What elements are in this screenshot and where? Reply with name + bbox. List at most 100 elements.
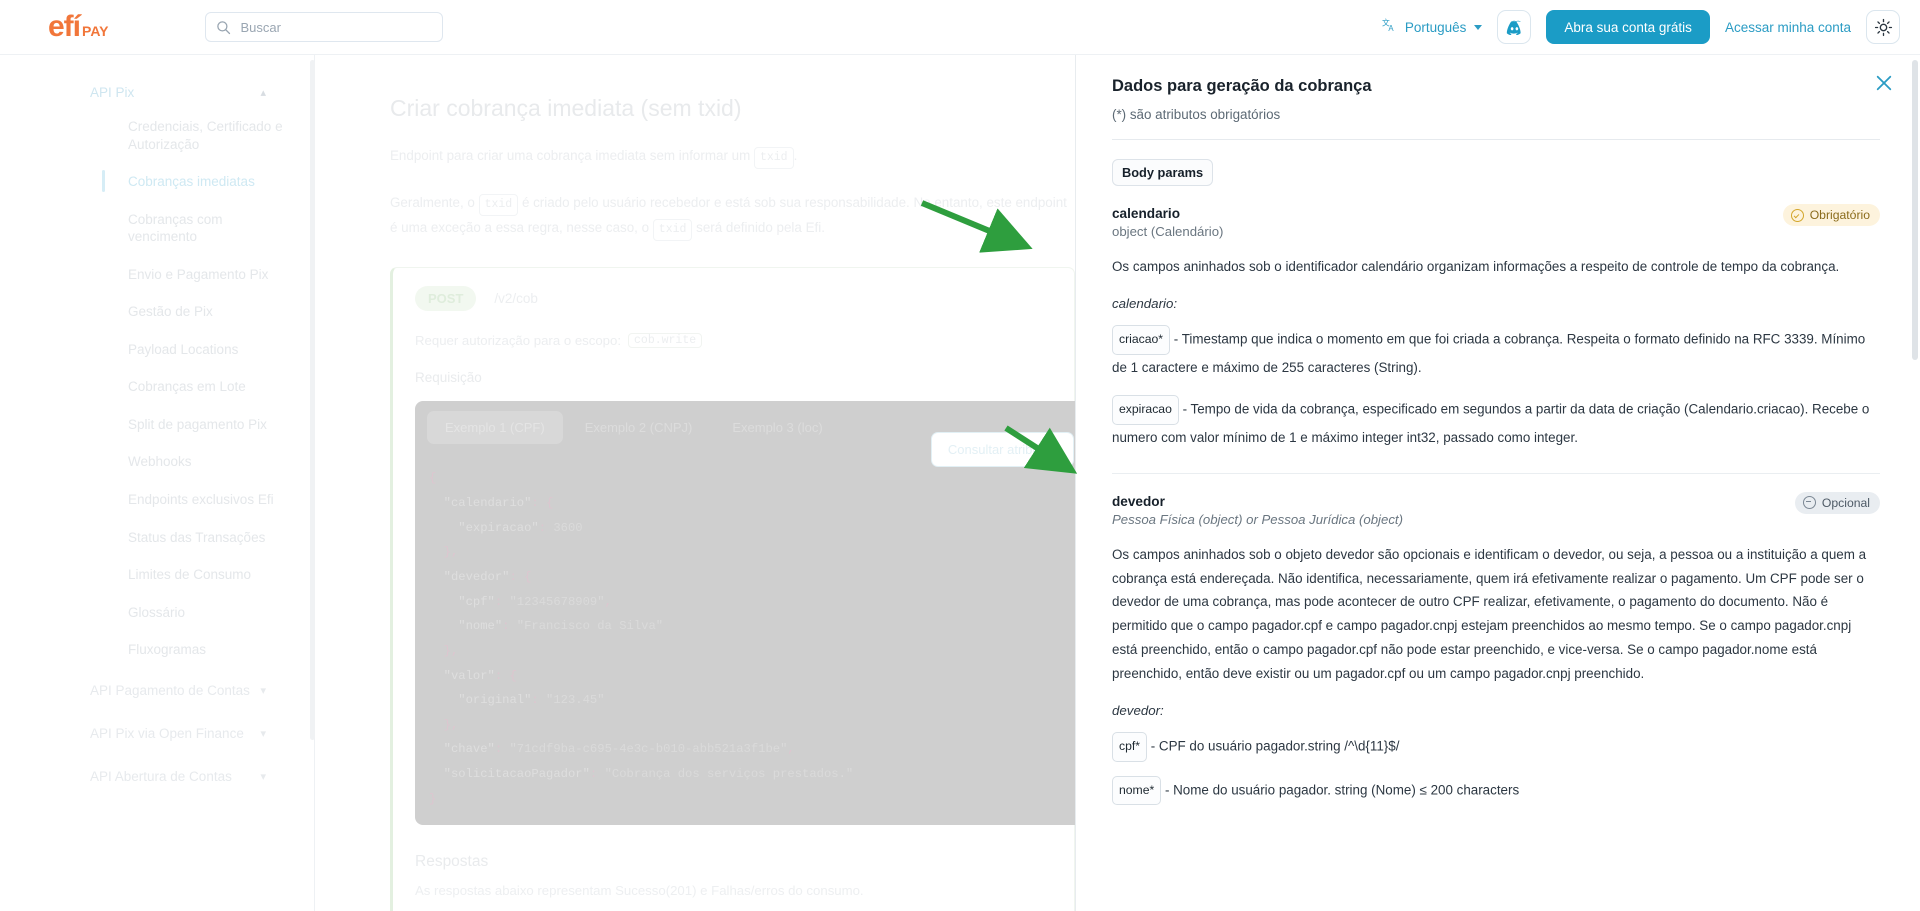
param-block-devedor: Opcional devedor Pessoa Física (object) or… <box>1112 491 1880 806</box>
app-root: efí PAY 文A Português Abra sua conta grát… <box>0 0 1920 911</box>
code-tab-0[interactable]: Exemplo 1 (CPF) <box>427 411 563 445</box>
header-actions: 文A Português Abra sua conta grátis Acess… <box>1382 10 1900 44</box>
sidebar-item-3[interactable]: Envio e Pagamento Pix <box>0 256 314 294</box>
sidebar-group-collapsed-0[interactable]: API Pagamento de Contas ▾ <box>0 669 314 712</box>
consult-attributes-button[interactable]: Consultar atributos <box>930 432 1074 468</box>
field-text: - CPF do usuário pagador.string /^\d{11}… <box>1147 738 1400 754</box>
intro-text-1b: . <box>793 148 798 163</box>
chevron-down-icon: ▾ <box>260 770 266 783</box>
sidebar-item-7[interactable]: Split de pagamento Pix <box>0 406 314 444</box>
side-panel-divider <box>1112 139 1880 140</box>
sidebar-item-6[interactable]: Cobranças em Lote <box>0 368 314 406</box>
endpoint-card: POST /v2/cob Requer autorização para o e… <box>390 267 1075 911</box>
sidebar-item-13[interactable]: Fluxogramas <box>0 631 314 669</box>
param-group-label: devedor: <box>1112 702 1164 718</box>
http-method-badge: POST <box>415 286 477 312</box>
translate-icon: 文A <box>1382 17 1399 37</box>
page-scrollbar[interactable] <box>1912 60 1918 360</box>
txid-code-2: txid <box>478 194 519 217</box>
chevron-down-icon: ▾ <box>260 727 266 740</box>
sidebar-group-label: API Pix via Open Finance <box>90 725 244 741</box>
sidebar-item-9[interactable]: Endpoints exclusivos Efi <box>0 481 314 519</box>
param-name: calendario <box>1112 206 1180 221</box>
language-selector[interactable]: 文A Português <box>1382 17 1483 37</box>
param-group-label: calendario: <box>1112 295 1178 311</box>
intro-paragraph-2: Geralmente, o txid é criado pelo usuário… <box>390 191 1075 242</box>
open-account-button[interactable]: Abra sua conta grátis <box>1546 10 1710 44</box>
code-tab-1[interactable]: Exemplo 2 (CNPJ) <box>567 411 711 444</box>
param-field-1: nome* - Nome do usuário pagador. string … <box>1112 775 1880 806</box>
close-icon[interactable] <box>1872 71 1896 95</box>
efi-pay-logo[interactable]: efí PAY <box>48 10 108 44</box>
field-code: nome* <box>1112 775 1162 806</box>
badge-label: Obrigatório <box>1809 208 1870 222</box>
access-account-link[interactable]: Acessar minha conta <box>1725 20 1851 35</box>
chevron-down-icon <box>1474 24 1483 30</box>
scope-label: Requer autorização para o escopo: <box>415 333 622 349</box>
attributes-side-panel: Dados para geração da cobrança (*) são a… <box>1075 55 1920 911</box>
code-tab-2[interactable]: Exemplo 3 (loc) <box>714 411 840 444</box>
sidebar-group-label: API Abertura de Contas <box>90 768 232 784</box>
sidebar-item-2[interactable]: Cobranças com vencimento <box>0 201 314 256</box>
sidebar-item-4[interactable]: Gestão de Pix <box>0 293 314 331</box>
sidebar-item-11[interactable]: Limites de Consumo <box>0 556 314 594</box>
param-name: devedor <box>1112 493 1165 509</box>
svg-text:A: A <box>1388 24 1394 33</box>
param-type: Pessoa Física (object) or Pessoa Jurídic… <box>1112 511 1403 527</box>
sidebar-item-1[interactable]: Cobranças imediatas <box>0 163 314 201</box>
page-title: Criar cobrança imediata (sem txid) <box>390 95 742 121</box>
side-panel-subtitle: (*) são atributos obrigatórios <box>1112 107 1281 122</box>
side-panel-title: Dados para geração da cobrança <box>1112 77 1372 95</box>
sidebar-item-8[interactable]: Webhooks <box>0 443 314 481</box>
sidebar-group-api-pix[interactable]: API Pix ▴ <box>0 77 314 108</box>
intro-text-2d: será definido pela Efi. <box>696 220 825 236</box>
param-block-calendario: Obrigatório calendario object (Calendário)… <box>1112 204 1880 474</box>
param-description: Os campos aninhados sob o identificador … <box>1112 259 1840 274</box>
chevron-down-icon: ▾ <box>260 684 266 697</box>
txid-code-3: txid <box>652 219 693 242</box>
theme-toggle-button[interactable] <box>1866 10 1900 44</box>
responses-description: As respostas abaixo representam Sucesso(… <box>415 883 864 899</box>
check-circle-icon <box>1790 208 1804 222</box>
status-badge: Obrigatório <box>1782 204 1880 226</box>
side-panel-inner: Dados para geração da cobrança (*) são a… <box>1076 55 1920 911</box>
badge-label: Opcional <box>1821 495 1870 510</box>
sidebar-item-12[interactable]: Glossário <box>0 594 314 632</box>
top-header: efí PAY 文A Português Abra sua conta grát… <box>0 0 1920 55</box>
logo-text-efi: efí <box>48 10 81 43</box>
language-label: Português <box>1404 19 1467 35</box>
params-list: Obrigatório calendario object (Calendário)… <box>1112 204 1880 806</box>
sidebar-group-collapsed-1[interactable]: API Pix via Open Finance ▾ <box>0 712 314 755</box>
sidebar-item-5[interactable]: Payload Locations <box>0 331 314 369</box>
field-code: cpf* <box>1112 731 1148 762</box>
param-type: object (Calendário) <box>1112 224 1224 239</box>
sidebar-item-0[interactable]: Credenciais, Certificado e Autorização <box>0 108 314 163</box>
field-text: - Nome do usuário pagador. string (Nome)… <box>1161 782 1520 798</box>
field-text: - Tempo de vida da cobrança, especificad… <box>1112 401 1870 445</box>
sidebar-group-label: API Pagamento de Contas <box>90 682 250 698</box>
main-content: Criar cobrança imediata (sem txid) Endpo… <box>315 55 1075 911</box>
param-divider <box>1112 472 1880 474</box>
endpoint-scope: Requer autorização para o escopo: cob.wr… <box>415 333 1074 349</box>
search-icon <box>216 20 231 35</box>
request-label: Requisição <box>415 370 482 386</box>
intro-text-1a: Endpoint para criar uma cobrança imediat… <box>390 148 751 163</box>
sidebar-nav: API Pix ▴ Credenciais, Certificado e Aut… <box>0 55 315 911</box>
search-box[interactable] <box>205 12 444 42</box>
request-json-code: { "calendario": { "expiracao": 3600 }, "… <box>429 471 854 806</box>
param-field-0: criacao* - Timestamp que indica o moment… <box>1112 324 1880 381</box>
field-text: - Timestamp que indica o momento em que … <box>1112 331 1866 375</box>
intro-paragraph-1: Endpoint para criar uma cobrança imediat… <box>390 144 1075 170</box>
sidebar-group-collapsed-2[interactable]: API Abertura de Contas ▾ <box>0 755 314 798</box>
discord-button[interactable] <box>1497 10 1532 44</box>
intro-text-2c: nesse caso, o <box>566 220 650 236</box>
logo-text-pay: PAY <box>82 23 109 39</box>
param-field-0: cpf* - CPF do usuário pagador.string /^\… <box>1112 731 1880 762</box>
sidebar-item-10[interactable]: Status das Transações <box>0 519 314 557</box>
endpoint-row: POST /v2/cob <box>415 286 1074 312</box>
chevron-up-icon: ▴ <box>260 87 266 99</box>
search-input[interactable] <box>240 19 433 35</box>
responses-heading: Respostas <box>415 853 489 871</box>
sidebar-group-label: API Pix <box>90 85 135 100</box>
sidebar-scrollbar[interactable] <box>310 60 315 740</box>
